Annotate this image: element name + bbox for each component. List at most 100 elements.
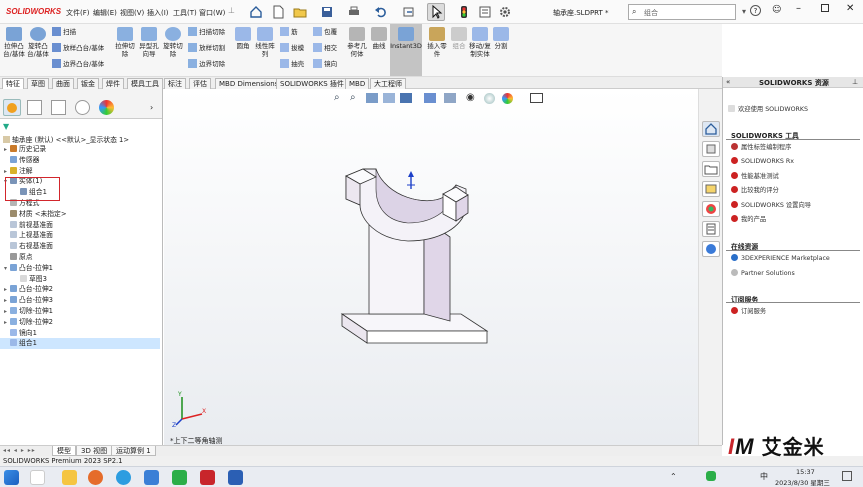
tree-item[interactable]: ▸ 历史记录 — [0, 144, 160, 155]
pane-expand-icon[interactable]: › — [150, 103, 153, 112]
tree-item[interactable]: ▸ 凸台-拉伸2 — [0, 284, 160, 295]
rebuild-button[interactable] — [400, 3, 418, 21]
app-icon[interactable] — [144, 470, 159, 485]
menu-insert[interactable]: 插入(I) — [147, 8, 169, 18]
part-model[interactable] — [164, 89, 698, 445]
property-tab-builder-link[interactable]: 属性标签编制程序 — [731, 142, 791, 151]
search-dropdown-icon[interactable]: ▾ — [742, 7, 746, 16]
tree-item[interactable]: 草图3 — [0, 274, 160, 285]
new-document-button[interactable] — [269, 3, 287, 21]
notification-icon[interactable] — [842, 471, 852, 481]
task-pane-pin-icon[interactable]: ⊥ — [852, 78, 858, 86]
tab-markup[interactable]: 标注 — [164, 78, 186, 89]
compare-score-link[interactable]: 比较我的评分 — [731, 185, 779, 194]
tab-evaluate[interactable]: 评估 — [189, 78, 211, 89]
tab-sketch[interactable]: 草图 — [27, 78, 49, 89]
tab-custom-properties[interactable] — [702, 221, 720, 237]
tab-mbd-dimensions[interactable]: MBD Dimensions — [215, 78, 283, 89]
rib-button[interactable]: 筋 — [280, 27, 308, 36]
tab-surfaces[interactable]: 曲面 — [52, 78, 74, 89]
menu-view[interactable]: 视图(V) — [120, 8, 144, 18]
tree-item[interactable]: 传感器 — [0, 155, 160, 166]
tree-item[interactable]: 原点 — [0, 252, 160, 263]
tab-design-library[interactable] — [702, 141, 720, 157]
reference-geometry-button[interactable]: 参考几何体 — [346, 27, 368, 58]
tree-item[interactable]: ▾ 凸台-拉伸1 — [0, 263, 160, 274]
search-input[interactable]: 组合 — [644, 8, 658, 18]
solidworks-rx-link[interactable]: SOLIDWORKS Rx — [731, 157, 794, 165]
firefox-icon[interactable] — [88, 470, 103, 485]
help-icon[interactable]: ? — [750, 5, 761, 16]
file-explorer-icon[interactable] — [62, 470, 77, 485]
fillet-button[interactable]: 圆角 — [234, 27, 252, 50]
tree-item[interactable]: 镜向1 — [0, 328, 160, 339]
maximize-icon[interactable] — [821, 4, 829, 12]
edge-icon[interactable] — [116, 470, 131, 485]
tree-item[interactable]: 组合1 — [0, 338, 160, 350]
tree-item[interactable]: ▸ 切除-拉伸2 — [0, 317, 160, 328]
menu-window[interactable]: 窗口(W) — [199, 8, 225, 18]
curves-button[interactable]: 曲线 — [370, 27, 388, 50]
partner-solutions-link[interactable]: Partner Solutions — [731, 269, 795, 277]
extrude-boss-button[interactable]: 拉伸凸台/基体 — [3, 27, 25, 58]
tab-view-palette[interactable] — [702, 181, 720, 197]
swept-cut-button[interactable]: 扫描切除 — [188, 27, 232, 36]
loft-boss-button[interactable]: 放样凸台/基体 — [52, 43, 110, 52]
tray-wechat-icon[interactable] — [706, 471, 716, 481]
menu-file[interactable]: 文件(F) — [66, 8, 90, 18]
search-icon[interactable] — [30, 470, 45, 485]
wechat-icon[interactable] — [172, 470, 187, 485]
intersect-button[interactable]: 相交 — [313, 43, 343, 52]
tab-mbd[interactable]: MBD — [345, 78, 370, 89]
undo-button[interactable] — [372, 3, 390, 21]
file-properties-button[interactable] — [476, 3, 494, 21]
tab-mold-tools[interactable]: 模具工具 — [127, 78, 163, 89]
minimize-icon[interactable]: – — [796, 3, 801, 14]
menu-edit[interactable]: 编辑(E) — [93, 8, 117, 18]
tab-appearances[interactable] — [702, 201, 720, 217]
select-button[interactable] — [427, 3, 445, 21]
shell-button[interactable]: 抽壳 — [280, 59, 308, 68]
home-button[interactable] — [247, 3, 265, 21]
hole-wizard-button[interactable]: 异型孔向导 — [138, 27, 160, 58]
insert-part-button[interactable]: 插入零件 — [426, 27, 448, 58]
tab-file-explorer[interactable] — [702, 161, 720, 177]
configuration-manager-tab[interactable] — [51, 100, 66, 115]
sweep-button[interactable]: 扫描 — [52, 27, 110, 36]
tree-item[interactable]: 右视基准面 — [0, 241, 160, 252]
tab-weldments[interactable]: 焊件 — [102, 78, 124, 89]
property-manager-tab[interactable] — [27, 100, 42, 115]
boundary-boss-button[interactable]: 边界凸台/基体 — [52, 59, 110, 68]
tab-solidworks-addins[interactable]: SOLIDWORKS 插件 — [276, 78, 348, 89]
pin-icon[interactable]: ⊥ — [228, 6, 235, 15]
tree-root[interactable]: 轴承座 (默认) <<默认>_显示状态 1> — [3, 134, 129, 144]
dimxpert-manager-tab[interactable] — [75, 100, 90, 115]
tab-model[interactable]: 模型 — [52, 446, 76, 456]
traffic-light-button[interactable] — [455, 3, 473, 21]
tab-features[interactable]: 特征 — [2, 78, 24, 89]
draft-button[interactable]: 拔模 — [280, 43, 308, 52]
tab-solidworks-forum[interactable] — [702, 241, 720, 257]
menu-tools[interactable]: 工具(T) — [173, 8, 197, 18]
lofted-cut-button[interactable]: 放样切割 — [188, 43, 232, 52]
user-icon[interactable]: ☺ — [772, 5, 781, 15]
search-box[interactable]: ⌕ 组合 — [628, 4, 736, 20]
feature-manager-tab[interactable] — [3, 99, 21, 116]
linear-pattern-button[interactable]: 线性阵列 — [254, 27, 276, 58]
subscription-services-link[interactable]: 订阅服务 — [731, 306, 766, 315]
welcome-link[interactable]: 欢迎使用 SOLIDWORKS — [728, 104, 808, 113]
close-icon[interactable]: ✕ — [846, 3, 854, 14]
setup-wizard-link[interactable]: SOLIDWORKS 设置向导 — [731, 200, 811, 209]
tray-overflow-icon[interactable]: ⌃ — [670, 472, 677, 481]
graphics-area[interactable]: ⌕ ⌕ ◉ Y X Z *上下二等角轴测 — [164, 89, 698, 445]
split-button[interactable]: 分割 — [492, 27, 510, 50]
ime-indicator[interactable]: 中 — [760, 471, 768, 482]
tab-scroll-arrows[interactable]: ◂◂ ◂ ▸ ▸▸ — [3, 447, 36, 454]
revolve-cut-button[interactable]: 旋转切除 — [162, 27, 184, 58]
tab-motion-study[interactable]: 运动算例 1 — [111, 446, 156, 456]
revolve-boss-button[interactable]: 旋转凸台/基体 — [27, 27, 49, 58]
tree-item[interactable]: 前视基准面 — [0, 220, 160, 231]
mirror-button[interactable]: 镜向 — [313, 59, 343, 68]
tab-engineer[interactable]: 大工程师 — [370, 78, 406, 89]
tree-item[interactable]: 上视基准面 — [0, 230, 160, 241]
